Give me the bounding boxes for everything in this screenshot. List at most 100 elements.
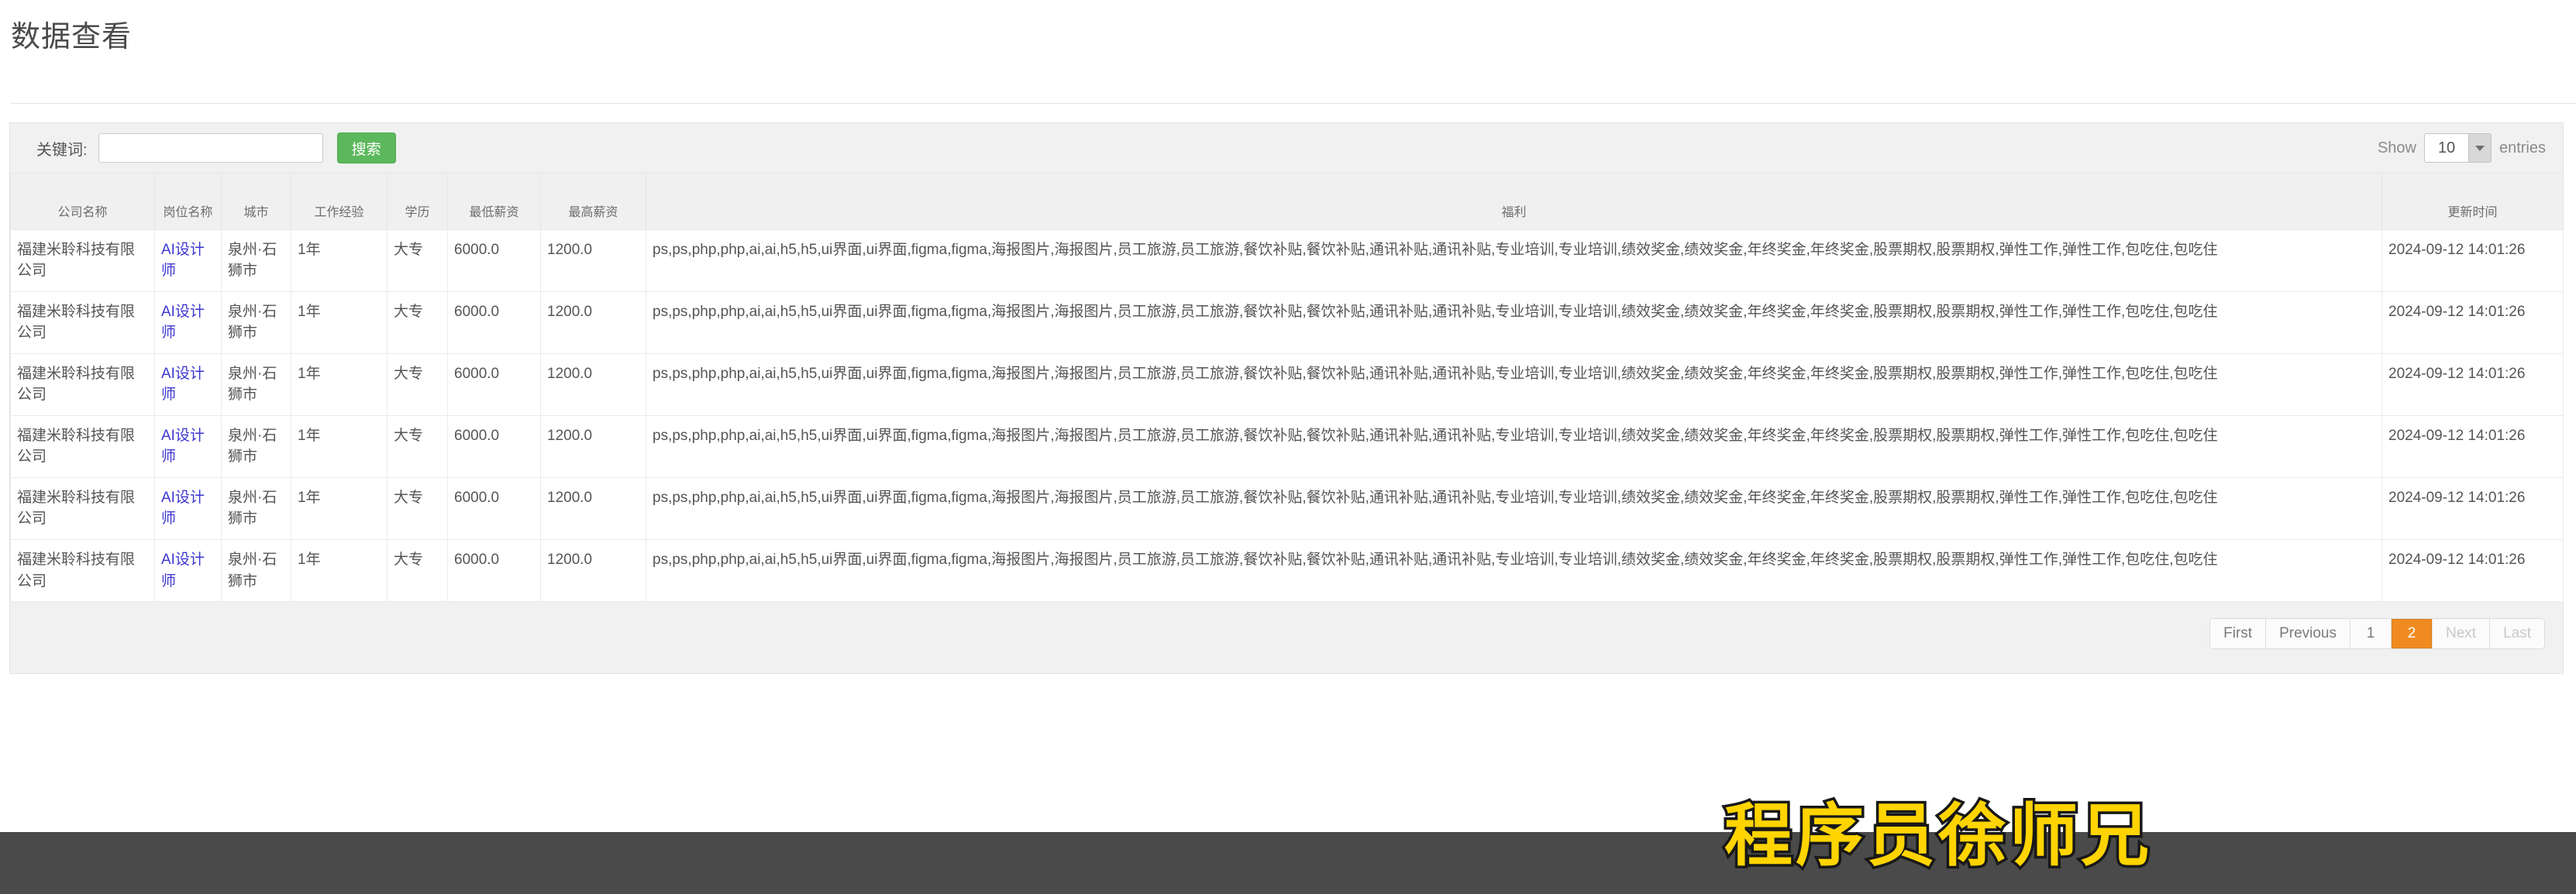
column-header-job-title[interactable]: 岗位名称 — [154, 174, 222, 230]
table-toolbar: 关键词: 搜索 Show 10 entries — [10, 123, 2563, 174]
cell-job-title: AI设计师 — [154, 414, 222, 478]
table-row[interactable]: 福建米聆科技有限公司 AI设计师 泉州·石狮市 1年 大专 6000.0 120… — [10, 352, 2564, 416]
cell-job-title: AI设计师 — [154, 352, 222, 416]
search-group: 关键词: 搜索 — [36, 123, 396, 173]
cell-salary-min: 6000.0 — [447, 291, 541, 354]
cell-city: 泉州·石狮市 — [221, 291, 291, 354]
cell-updated-at: 2024-09-12 14:01:26 — [2381, 414, 2564, 478]
cell-salary-max: 1200.0 — [540, 538, 646, 603]
cell-job-title: AI设计师 — [154, 538, 222, 603]
cell-salary-max: 1200.0 — [540, 352, 646, 416]
job-title-link[interactable]: AI设计师 — [161, 304, 205, 342]
watermark-text: 程序员徐师兄 — [1721, 793, 2153, 879]
cell-city: 泉州·石狮市 — [221, 229, 291, 292]
table-row[interactable]: 福建米聆科技有限公司 AI设计师 泉州·石狮市 1年 大专 6000.0 120… — [10, 414, 2564, 478]
pagination: First Previous 1 2 Next Last — [2210, 619, 2544, 649]
cell-city: 泉州·石狮市 — [221, 352, 291, 416]
cell-company: 福建米聆科技有限公司 — [10, 291, 155, 354]
cell-company: 福建米聆科技有限公司 — [10, 229, 155, 292]
table-body: 福建米聆科技有限公司 AI设计师 泉州·石狮市 1年 大专 6000.0 120… — [10, 229, 2564, 603]
cell-salary-min: 6000.0 — [447, 414, 541, 478]
table-row[interactable]: 福建米聆科技有限公司 AI设计师 泉州·石狮市 1年 大专 6000.0 120… — [10, 476, 2564, 540]
cell-experience: 1年 — [291, 538, 387, 603]
cell-city: 泉州·石狮市 — [221, 476, 291, 540]
chevron-down-icon — [2468, 134, 2491, 162]
title-divider — [11, 103, 2576, 104]
cell-welfare: ps,ps,php,php,ai,ai,h5,h5,ui界面,ui界面,figm… — [646, 229, 2382, 292]
table-row[interactable]: 福建米聆科技有限公司 AI设计师 泉州·石狮市 1年 大专 6000.0 120… — [10, 291, 2564, 354]
cell-company: 福建米聆科技有限公司 — [10, 538, 155, 603]
column-header-city[interactable]: 城市 — [221, 174, 291, 230]
page-title: 数据查看 — [0, 0, 2576, 104]
pagination-last[interactable]: Last — [2490, 619, 2544, 649]
pagination-previous[interactable]: Previous — [2266, 619, 2350, 649]
job-title-link[interactable]: AI设计师 — [161, 242, 205, 280]
cell-job-title: AI设计师 — [154, 229, 222, 292]
pagination-page-2[interactable]: 2 — [2392, 619, 2433, 649]
cell-welfare: ps,ps,php,php,ai,ai,h5,h5,ui界面,ui界面,figm… — [646, 414, 2382, 478]
cell-company: 福建米聆科技有限公司 — [10, 352, 155, 416]
cell-updated-at: 2024-09-12 14:01:26 — [2381, 476, 2564, 540]
column-header-welfare[interactable]: 福利 — [646, 174, 2382, 230]
pagination-page-1[interactable]: 1 — [2350, 619, 2392, 649]
job-title-link[interactable]: AI设计师 — [161, 366, 205, 404]
column-header-updated-at[interactable]: 更新时间 — [2381, 174, 2564, 230]
cell-education: 大专 — [387, 352, 448, 416]
entries-per-page-select[interactable]: 10 — [2423, 133, 2492, 163]
cell-experience: 1年 — [291, 414, 387, 478]
cell-experience: 1年 — [291, 229, 387, 292]
bottom-bar — [0, 832, 2576, 894]
cell-education: 大专 — [387, 291, 448, 354]
cell-job-title: AI设计师 — [154, 291, 222, 354]
cell-salary-min: 6000.0 — [447, 229, 541, 292]
cell-welfare: ps,ps,php,php,ai,ai,h5,h5,ui界面,ui界面,figm… — [646, 352, 2382, 416]
keyword-label: 关键词: — [36, 141, 88, 159]
search-button[interactable]: 搜索 — [336, 132, 396, 163]
search-input[interactable] — [98, 133, 323, 163]
cell-education: 大专 — [387, 476, 448, 540]
column-header-salary-max[interactable]: 最高薪资 — [540, 174, 646, 230]
show-entries-prefix-label: Show — [2377, 139, 2416, 156]
cell-salary-max: 1200.0 — [540, 229, 646, 292]
column-header-company[interactable]: 公司名称 — [10, 174, 155, 230]
cell-salary-max: 1200.0 — [540, 414, 646, 478]
table-header: 公司名称 岗位名称 城市 工作经验 学历 最低薪资 最高薪资 福利 更新时间 — [10, 174, 2564, 230]
page-title-text: 数据查看 — [11, 21, 133, 53]
cell-experience: 1年 — [291, 291, 387, 354]
cell-city: 泉州·石狮市 — [221, 538, 291, 603]
cell-welfare: ps,ps,php,php,ai,ai,h5,h5,ui界面,ui界面,figm… — [646, 291, 2382, 354]
cell-welfare: ps,ps,php,php,ai,ai,h5,h5,ui界面,ui界面,figm… — [646, 538, 2382, 603]
cell-salary-min: 6000.0 — [447, 538, 541, 603]
entries-per-page-value: 10 — [2424, 134, 2468, 162]
cell-updated-at: 2024-09-12 14:01:26 — [2381, 538, 2564, 603]
show-entries-group: Show 10 entries — [2378, 123, 2546, 173]
cell-welfare: ps,ps,php,php,ai,ai,h5,h5,ui界面,ui界面,figm… — [646, 476, 2382, 540]
cell-experience: 1年 — [291, 352, 387, 416]
cell-education: 大专 — [387, 538, 448, 603]
column-header-salary-min[interactable]: 最低薪资 — [447, 174, 541, 230]
cell-city: 泉州·石狮市 — [221, 414, 291, 478]
pagination-bar: First Previous 1 2 Next Last — [10, 602, 2563, 674]
job-title-link[interactable]: AI设计师 — [161, 428, 205, 466]
column-header-education[interactable]: 学历 — [387, 174, 448, 230]
cell-salary-max: 1200.0 — [540, 476, 646, 540]
cell-company: 福建米聆科技有限公司 — [10, 414, 155, 478]
table-row[interactable]: 福建米聆科技有限公司 AI设计师 泉州·石狮市 1年 大专 6000.0 120… — [10, 229, 2564, 292]
data-table: 公司名称 岗位名称 城市 工作经验 学历 最低薪资 最高薪资 福利 更新时间 福… — [10, 174, 2564, 603]
show-entries-suffix-label: entries — [2499, 139, 2546, 156]
pagination-first[interactable]: First — [2210, 619, 2267, 649]
job-title-link[interactable]: AI设计师 — [161, 490, 205, 528]
cell-salary-min: 6000.0 — [447, 476, 541, 540]
table-header-row: 公司名称 岗位名称 城市 工作经验 学历 最低薪资 最高薪资 福利 更新时间 — [10, 174, 2564, 230]
job-title-link[interactable]: AI设计师 — [161, 552, 205, 590]
cell-updated-at: 2024-09-12 14:01:26 — [2381, 291, 2564, 354]
table-row[interactable]: 福建米聆科技有限公司 AI设计师 泉州·石狮市 1年 大专 6000.0 120… — [10, 538, 2564, 603]
cell-education: 大专 — [387, 414, 448, 478]
cell-company: 福建米聆科技有限公司 — [10, 476, 155, 540]
cell-updated-at: 2024-09-12 14:01:26 — [2381, 352, 2564, 416]
column-header-experience[interactable]: 工作经验 — [291, 174, 387, 230]
cell-salary-max: 1200.0 — [540, 291, 646, 354]
pagination-next[interactable]: Next — [2433, 619, 2491, 649]
data-card-panel: 关键词: 搜索 Show 10 entries 公司名称 岗位名称 城市 工作经… — [9, 122, 2564, 675]
cell-experience: 1年 — [291, 476, 387, 540]
